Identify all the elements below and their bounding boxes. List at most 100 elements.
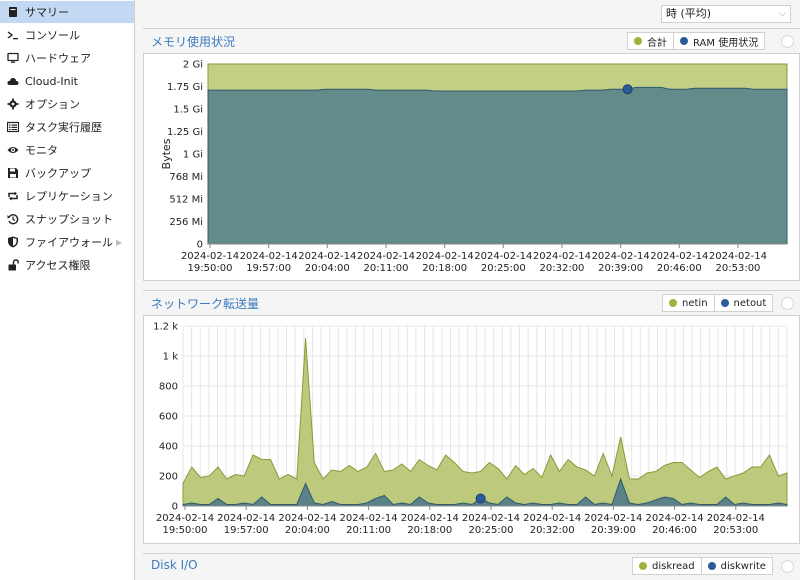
x-tick-time: 19:50:00	[163, 525, 208, 536]
x-tick-date: 2024-02-14	[707, 513, 765, 524]
y-tick-label: 1.2 k	[153, 322, 178, 333]
floppy-icon	[7, 167, 19, 179]
legend-label: netout	[733, 297, 767, 309]
list-icon	[7, 121, 19, 133]
sidebar-item-label: ハードウェア	[25, 52, 91, 65]
x-tick-date: 2024-02-14	[240, 251, 298, 262]
x-tick-time: 20:39:00	[598, 263, 643, 274]
desktop-icon	[7, 52, 19, 64]
y-tick-label: 0	[197, 240, 203, 251]
legend-item-ram-usage[interactable]: RAM 使用状況	[674, 33, 764, 49]
x-tick-time: 20:32:00	[540, 263, 585, 274]
sidebar-item-label: オプション	[25, 98, 80, 111]
sidebar-item-label: サマリー	[25, 6, 69, 19]
y-tick-label: 1.5 Gi	[173, 105, 203, 116]
memory-chart-svg: 0 256 Mi 512 Mi 768 Mi 1 Gi 1.25 Gi 1.5 Gi 1.75…	[160, 60, 788, 274]
network-panel-header: ネットワーク転送量 netin netout	[143, 290, 800, 315]
y-tick-label: 1 Gi	[183, 150, 203, 161]
y-tick-label: 512 Mi	[169, 195, 203, 206]
sidebar-item-7[interactable]: バックアップ	[0, 162, 134, 184]
x-tick-date: 2024-02-14	[298, 251, 356, 262]
x-tick-date: 2024-02-14	[592, 251, 650, 262]
legend-item-netin[interactable]: netin	[663, 295, 715, 311]
legend-dot	[707, 562, 716, 570]
y-tick-label: 2 Gi	[183, 60, 203, 71]
y-tick-label: 1.75 Gi	[167, 82, 203, 93]
legend-label: netin	[682, 297, 708, 309]
undo-zoom-toggle[interactable]	[781, 297, 794, 310]
x-tick-date: 2024-02-14	[533, 251, 591, 262]
legend-dot	[669, 299, 677, 307]
network-chart-svg: 02004006008001 k1.2 k2024-02-1419:50:002…	[153, 322, 788, 536]
x-tick-time: 20:39:00	[591, 525, 636, 536]
highlight-point	[475, 493, 486, 504]
expand-arrow-icon[interactable]: ▶	[116, 238, 122, 247]
undo-zoom-toggle[interactable]	[781, 560, 794, 573]
terminal-icon	[7, 29, 19, 41]
y-tick-label: 800	[159, 382, 178, 393]
legend-item-netout[interactable]: netout	[715, 295, 773, 311]
x-tick-time: 20:11:00	[346, 525, 391, 536]
sidebar-item-6[interactable]: モニタ	[0, 139, 134, 161]
y-tick-label: 0	[172, 502, 178, 513]
legend-item-diskwrite[interactable]: diskwrite	[702, 558, 772, 574]
memory-chart: 0 256 Mi 512 Mi 768 Mi 1 Gi 1.25 Gi 1.5 Gi 1.75…	[143, 53, 800, 281]
x-tick-time: 20:04:00	[305, 263, 350, 274]
x-tick-time: 20:25:00	[469, 525, 514, 536]
sidebar-item-3[interactable]: Cloud-Init	[0, 70, 134, 92]
x-tick-time: 20:18:00	[407, 525, 452, 536]
x-tick-time: 19:57:00	[246, 263, 291, 274]
y-tick-label: 400	[159, 442, 178, 453]
x-tick-time: 20:32:00	[530, 525, 575, 536]
sidebar-item-0[interactable]: サマリー	[0, 1, 134, 23]
x-tick-date: 2024-02-14	[340, 513, 398, 524]
x-tick-time: 20:46:00	[657, 263, 702, 274]
x-tick-date: 2024-02-14	[278, 513, 336, 524]
x-tick-time: 19:57:00	[224, 525, 269, 536]
sidebar-item-9[interactable]: スナップショット	[0, 208, 134, 230]
eye-icon	[7, 144, 19, 156]
memory-panel-header: メモリ使用状況 合計 RAM 使用状況	[143, 28, 800, 53]
x-tick-date: 2024-02-14	[650, 251, 708, 262]
book-icon	[7, 6, 19, 18]
sidebar-item-5[interactable]: タスク実行履歴	[0, 116, 134, 138]
sidebar-item-4[interactable]: オプション	[0, 93, 134, 115]
x-tick-date: 2024-02-14	[474, 251, 532, 262]
x-tick-time: 20:11:00	[364, 263, 409, 274]
timeframe-select[interactable]: 時 (平均) ⌵	[661, 5, 791, 23]
y-tick-label: 256 Mi	[169, 217, 203, 228]
chevron-down-icon: ⌵	[779, 9, 786, 19]
sidebar-item-11[interactable]: アクセス権限	[0, 254, 134, 276]
sidebar-item-10[interactable]: ファイアウォール ▶	[0, 231, 134, 253]
x-tick-date: 2024-02-14	[181, 251, 239, 262]
y-axis-label: Bytes	[160, 138, 173, 169]
legend-label: 合計	[647, 37, 667, 49]
y-tick-label: 1 k	[163, 352, 179, 363]
sidebar-item-label: コンソール	[25, 29, 80, 42]
x-tick-date: 2024-02-14	[416, 251, 474, 262]
x-tick-date: 2024-02-14	[709, 251, 767, 262]
sidebar-item-label: モニタ	[25, 144, 58, 157]
sidebar-item-2[interactable]: ハードウェア	[0, 47, 134, 69]
sidebar: サマリーコンソールハードウェア Cloud-Init オプションタスク実行履歴モニタ…	[0, 0, 135, 580]
sidebar-item-8[interactable]: レプリケーション	[0, 185, 134, 207]
series-area-1	[207, 86, 788, 245]
history-icon	[7, 213, 19, 225]
shield-icon	[7, 236, 19, 248]
legend-label: diskread	[652, 560, 695, 572]
legend-item-total[interactable]: 合計	[628, 33, 674, 49]
x-tick-time: 20:53:00	[713, 525, 758, 536]
x-tick-date: 2024-02-14	[357, 251, 415, 262]
legend-item-diskread[interactable]: diskread	[633, 558, 702, 574]
undo-zoom-toggle[interactable]	[781, 35, 794, 48]
sidebar-item-1[interactable]: コンソール	[0, 24, 134, 46]
sidebar-item-label: ファイアウォール	[25, 236, 113, 249]
x-tick-date: 2024-02-14	[462, 513, 520, 524]
x-tick-time: 19:50:00	[188, 263, 233, 274]
legend-dot	[639, 562, 647, 570]
x-tick-date: 2024-02-14	[523, 513, 581, 524]
sidebar-item-label: レプリケーション	[25, 190, 113, 203]
highlight-point	[622, 84, 633, 95]
network-chart: 0 200 400 600 800 1 k 1.2 k 2024-02-14 19:50:00 2…	[143, 315, 800, 544]
y-tick-label: 768 Mi	[169, 172, 203, 183]
